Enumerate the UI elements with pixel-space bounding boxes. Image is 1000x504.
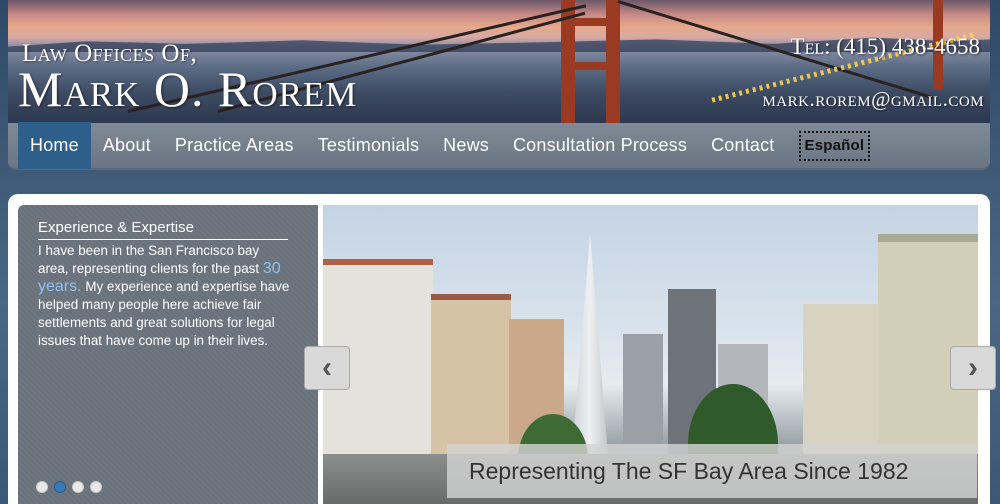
nav-item-practice-areas[interactable]: Practice Areas <box>163 122 306 169</box>
logo-title[interactable]: Mark O. Rorem <box>18 60 357 118</box>
slide-caption: Representing The SF Bay Area Since 1982 <box>447 444 977 498</box>
nav-item-contact[interactable]: Contact <box>699 122 786 169</box>
main-nav: Home About Practice Areas Testimonials N… <box>8 122 990 170</box>
nav-item-espanol[interactable]: Español <box>798 130 871 161</box>
slide-dot-active[interactable] <box>54 481 66 493</box>
nav-item-news[interactable]: News <box>431 122 501 169</box>
nav-item-testimonials[interactable]: Testimonials <box>306 122 431 169</box>
nav-item-consultation-process[interactable]: Consultation Process <box>501 122 699 169</box>
bridge-crossbar <box>561 62 620 70</box>
title-divider <box>38 239 288 240</box>
slider-next-button[interactable]: › <box>950 346 996 390</box>
chevron-left-icon: ‹ <box>322 351 332 384</box>
phone-number: Tel: (415) 438-4658 <box>790 34 980 59</box>
slide-dot[interactable] <box>36 481 48 493</box>
email-link[interactable]: mark.rorem@gmail.com <box>762 87 984 112</box>
slide-dots <box>36 481 102 493</box>
chevron-right-icon: › <box>968 351 978 384</box>
experience-text: I have been in the San Francisco bay are… <box>38 242 293 350</box>
experience-text-before: I have been in the San Francisco bay are… <box>38 243 260 276</box>
slider-prev-button[interactable]: ‹ <box>304 346 350 390</box>
nav-item-about[interactable]: About <box>91 122 163 169</box>
bridge-crossbar <box>561 18 620 26</box>
slide-dot[interactable] <box>72 481 84 493</box>
experience-title: Experience & Expertise <box>38 219 194 236</box>
slide-dot[interactable] <box>90 481 102 493</box>
nav-item-home[interactable]: Home <box>18 122 91 169</box>
